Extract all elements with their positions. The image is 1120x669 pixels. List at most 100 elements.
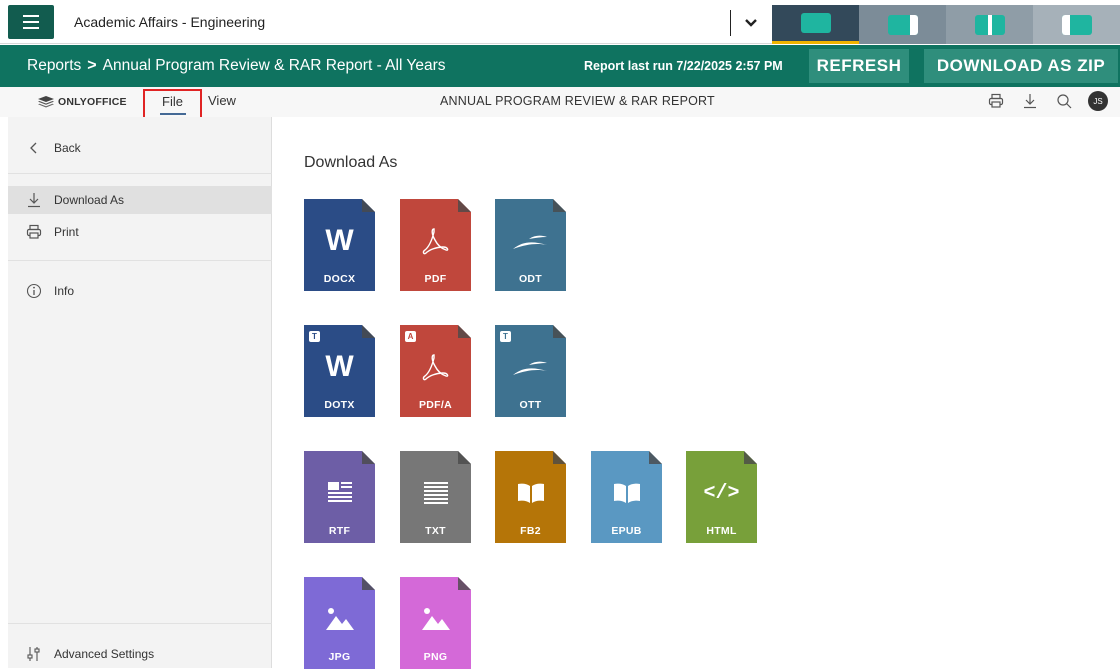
gulls-icon — [495, 347, 566, 387]
format-label: EPUB — [611, 525, 642, 537]
format-label: ODT — [518, 273, 543, 285]
search-icon — [1057, 94, 1072, 109]
chevron-down-icon — [744, 19, 757, 27]
format-fb2-button[interactable]: FB2 — [495, 451, 566, 543]
onlyoffice-logo-icon — [38, 96, 54, 108]
archive-badge: A — [405, 331, 416, 342]
layout-split-1-icon — [887, 14, 918, 35]
org-name: Academic Affairs - Engineering — [74, 14, 266, 30]
editor-toolbar: ONLYOFFICE File View ANNUAL PROGRAM REVI… — [0, 87, 1120, 127]
menu-item-download-as[interactable]: Download As — [8, 186, 272, 214]
format-label: JPG — [328, 651, 351, 663]
image-icon — [400, 599, 471, 639]
format-txt-button[interactable]: TXT — [400, 451, 471, 543]
template-badge: T — [500, 331, 511, 342]
menu-item-label: Info — [54, 284, 75, 298]
print-button[interactable] — [986, 91, 1006, 111]
user-avatar[interactable]: JS — [1088, 91, 1108, 111]
format-ott-button[interactable]: T OTT — [495, 325, 566, 417]
sliders-icon — [24, 646, 44, 662]
info-icon — [24, 283, 44, 299]
format-label: PNG — [423, 651, 448, 663]
layout-tab-full[interactable] — [772, 5, 859, 44]
app-topbar: Academic Affairs - Engineering — [0, 0, 1120, 44]
format-label: RTF — [328, 525, 351, 537]
org-dropdown-button[interactable] — [730, 10, 770, 36]
tab-file[interactable]: File — [145, 94, 200, 109]
format-label: TXT — [425, 525, 446, 537]
plain-text-icon — [400, 473, 471, 513]
format-html-button[interactable]: </> HTML — [686, 451, 757, 543]
rich-text-icon — [304, 473, 375, 513]
menu-item-print[interactable]: Print — [8, 218, 272, 246]
hamburger-line — [23, 27, 39, 29]
word-icon: W — [325, 350, 354, 383]
format-label: PDF/A — [419, 399, 452, 411]
hamburger-line — [23, 21, 39, 23]
format-label: OTT — [519, 399, 542, 411]
onlyoffice-logo: ONLYOFFICE — [38, 96, 127, 108]
toolbar-actions: JS — [986, 91, 1108, 111]
breadcrumb-separator: > — [87, 57, 97, 74]
format-epub-button[interactable]: EPUB — [591, 451, 662, 543]
menu-divider — [8, 260, 272, 261]
download-button[interactable] — [1020, 91, 1040, 111]
format-rtf-button[interactable]: RTF — [304, 451, 375, 543]
last-run-text: Report last run 7/22/2025 2:57 PM — [584, 59, 783, 73]
format-label: DOTX — [324, 399, 355, 411]
breadcrumb-current: Annual Program Review & RAR Report - All… — [102, 57, 446, 74]
download-icon — [1024, 94, 1036, 109]
menu-item-advanced-settings[interactable]: Advanced Settings — [8, 640, 272, 668]
format-label: HTML — [706, 525, 737, 537]
format-jpg-button[interactable]: JPG — [304, 577, 375, 669]
gulls-icon — [495, 221, 566, 261]
layout-tab-split-2[interactable] — [946, 5, 1033, 44]
code-icon: </> — [703, 481, 740, 505]
tab-view[interactable]: View — [208, 93, 236, 108]
format-label: PDF — [424, 273, 447, 285]
hamburger-menu-button[interactable] — [8, 5, 54, 39]
menu-item-back[interactable]: Back — [8, 134, 272, 162]
format-pdfa-button[interactable]: A PDF/A — [400, 325, 471, 417]
menu-divider — [8, 623, 272, 624]
layout-tab-split-1[interactable] — [859, 5, 946, 44]
acrobat-icon — [400, 221, 471, 261]
breadcrumb-reports-link[interactable]: Reports — [27, 57, 81, 75]
template-badge: T — [309, 331, 320, 342]
menu-item-label: Print — [54, 225, 79, 239]
format-docx-button[interactable]: W DOCX — [304, 199, 375, 291]
menu-item-info[interactable]: Info — [8, 277, 272, 305]
layout-split-3-icon — [1061, 14, 1092, 35]
format-dotx-button[interactable]: T W DOTX — [304, 325, 375, 417]
word-icon: W — [325, 224, 354, 257]
active-tab-underline — [160, 113, 186, 115]
layout-tabs — [772, 5, 1120, 44]
book-icon — [591, 473, 662, 513]
layout-full-icon — [800, 13, 831, 33]
layout-split-2-icon — [974, 14, 1005, 35]
layout-tab-split-3[interactable] — [1033, 5, 1120, 44]
file-menu-panel: Back Download As Print Info Advanced Set… — [8, 117, 272, 668]
menu-divider — [8, 173, 272, 174]
image-icon — [304, 599, 375, 639]
format-pdf-button[interactable]: PDF — [400, 199, 471, 291]
onlyoffice-logo-text: ONLYOFFICE — [58, 96, 127, 108]
download-zip-button[interactable]: DOWNLOAD AS ZIP — [924, 49, 1118, 83]
format-png-button[interactable]: PNG — [400, 577, 471, 669]
download-icon — [24, 192, 44, 208]
printer-icon — [988, 93, 1004, 108]
report-header-bar: Reports > Annual Program Review & RAR Re… — [0, 45, 1120, 87]
chevron-left-icon — [24, 142, 44, 154]
panel-title: Download As — [304, 154, 398, 171]
menu-item-label: Download As — [54, 193, 125, 207]
download-as-panel: Download As W DOCX PDF ODT T W DOTX A PD… — [273, 117, 1120, 669]
menu-item-label: Back — [54, 141, 81, 155]
search-button[interactable] — [1054, 91, 1074, 111]
format-odt-button[interactable]: ODT — [495, 199, 566, 291]
book-icon — [495, 473, 566, 513]
breadcrumb: Reports > Annual Program Review & RAR Re… — [27, 57, 446, 75]
printer-icon — [24, 224, 44, 240]
format-label: FB2 — [520, 525, 541, 537]
refresh-button[interactable]: REFRESH — [809, 49, 909, 83]
format-label: DOCX — [323, 273, 356, 285]
